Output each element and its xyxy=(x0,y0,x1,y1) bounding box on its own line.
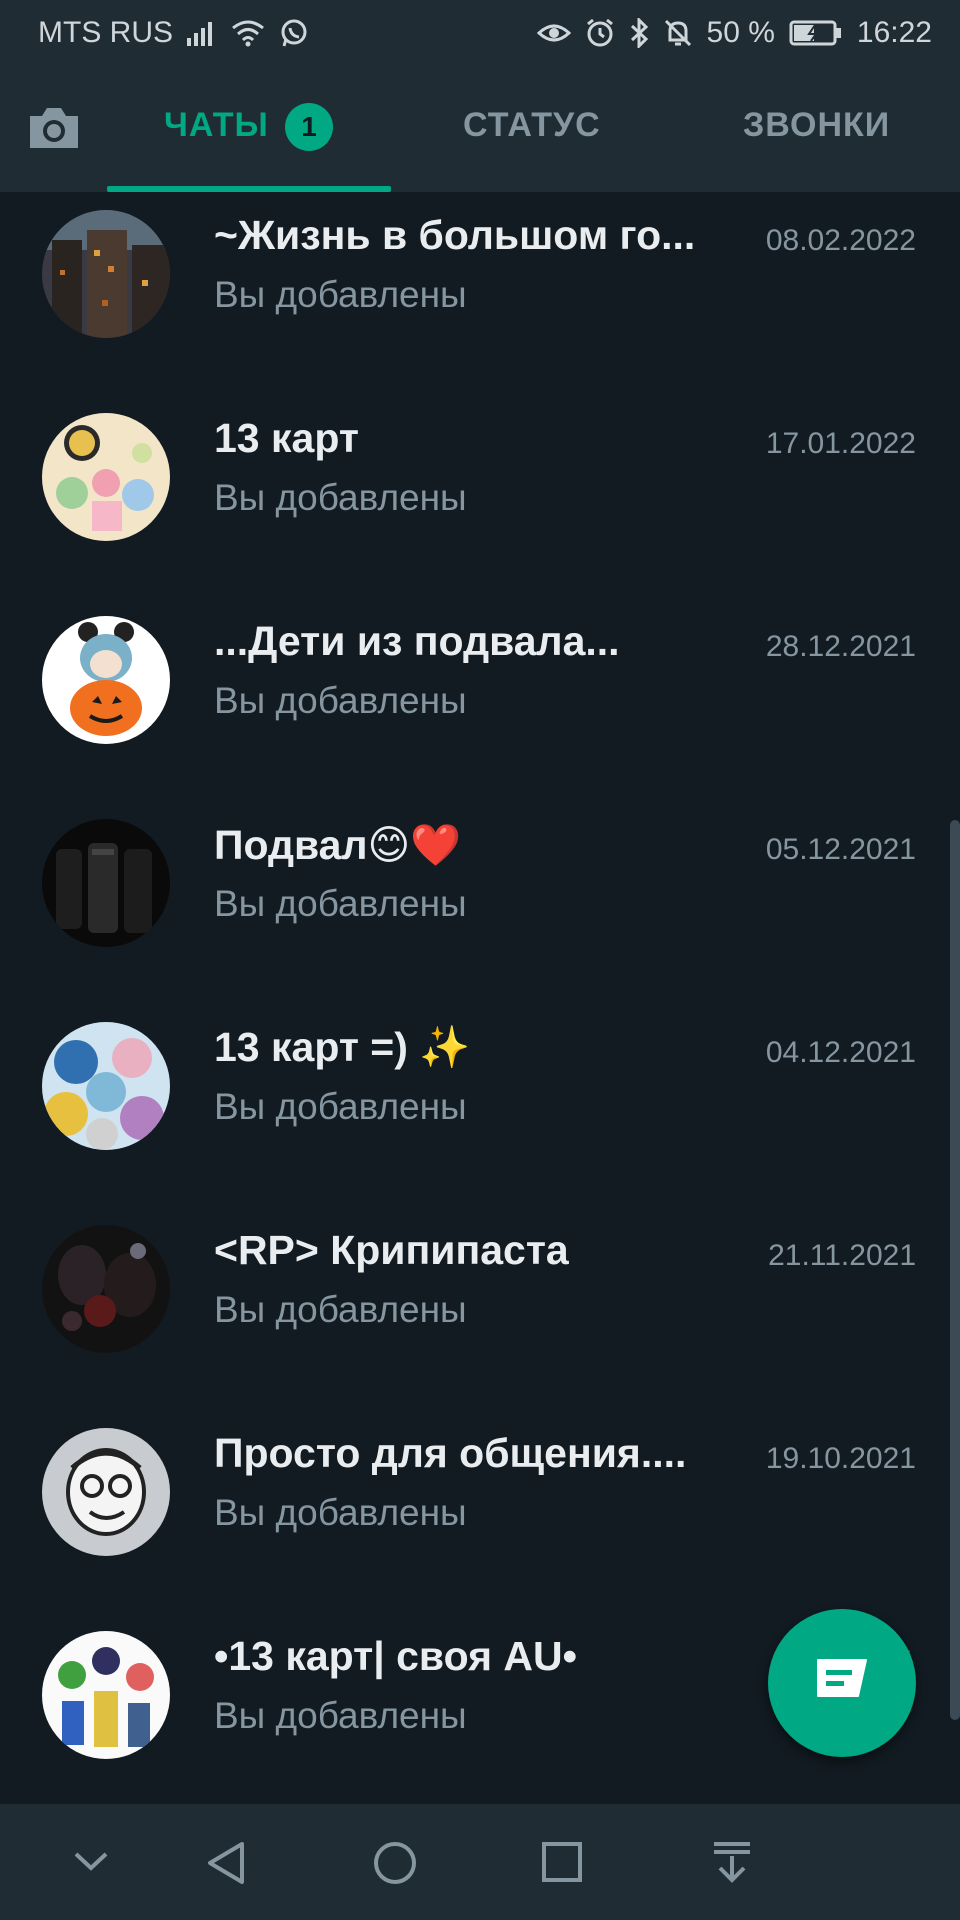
chat-avatar xyxy=(42,413,170,541)
status-bar: MTS RUS 50 % 16:22 xyxy=(0,0,960,66)
chat-last-message: Вы добавлены xyxy=(214,1289,467,1330)
chat-avatar xyxy=(42,1428,170,1556)
chat-name: •13 карт| своя AU• xyxy=(214,1633,577,1679)
new-chat-button[interactable] xyxy=(768,1609,916,1757)
tab-calls[interactable]: ЗВОНКИ xyxy=(743,106,890,145)
chat-name: 13 карт =) ✨ xyxy=(214,1024,471,1070)
mute-bell-icon xyxy=(663,18,693,48)
chat-row[interactable]: 13 карт Вы добавлены 17.01.2022 xyxy=(0,395,960,598)
chat-date: 08.02.2022 xyxy=(765,224,916,257)
chat-row[interactable]: Подвал😊❤️ Вы добавлены 05.12.2021 xyxy=(0,801,960,1004)
chat-last-message: Вы добавлены xyxy=(214,680,467,721)
chat-avatar xyxy=(42,1631,170,1759)
chat-date: 21.11.2021 xyxy=(768,1239,916,1272)
bluetooth-icon xyxy=(629,18,649,48)
chat-row[interactable]: <RP> Крипипаста Вы добавлены 21.11.2021 xyxy=(0,1207,960,1410)
whatsapp-notification-icon xyxy=(279,18,309,48)
chat-date: 04.12.2021 xyxy=(765,1036,916,1069)
system-navigation-bar xyxy=(0,1804,960,1920)
chat-date: 28.12.2021 xyxy=(765,630,916,663)
chat-row[interactable]: 13 карт =) ✨ Вы добавлены 04.12.2021 xyxy=(0,1004,960,1207)
chat-date: 05.12.2021 xyxy=(765,833,916,866)
chat-last-message: Вы добавлены xyxy=(214,883,467,924)
unread-chats-badge: 1 xyxy=(285,103,333,151)
chat-last-message: Вы добавлены xyxy=(214,477,467,518)
camera-icon[interactable] xyxy=(26,104,82,152)
top-tab-bar: ЧАТЫ 1 СТАТУС ЗВОНКИ xyxy=(0,66,960,192)
chat-name: Подвал😊❤️ xyxy=(214,822,462,868)
chat-name: <RP> Крипипаста xyxy=(214,1227,569,1273)
recents-icon[interactable] xyxy=(540,1840,584,1889)
chat-row[interactable]: ...Дети из подвала... Вы добавлены 28.12… xyxy=(0,598,960,801)
back-icon[interactable] xyxy=(204,1840,248,1891)
chat-date: 17.01.2022 xyxy=(765,427,916,460)
battery-percent: 50 % xyxy=(706,16,775,49)
chat-avatar xyxy=(42,210,170,338)
chat-avatar xyxy=(42,819,170,947)
tab-status[interactable]: СТАТУС xyxy=(463,106,601,145)
home-icon[interactable] xyxy=(372,1840,418,1891)
chat-name: 13 карт xyxy=(214,415,359,461)
alarm-icon xyxy=(585,18,615,48)
chat-row[interactable]: Просто для общения.... Вы добавлены 19.1… xyxy=(0,1410,960,1613)
chat-list[interactable]: ~Жизнь в большом го... Вы добавлены 08.0… xyxy=(0,192,960,1804)
clock: 16:22 xyxy=(856,16,932,49)
chevron-down-icon[interactable] xyxy=(70,1840,112,1887)
chat-last-message: Вы добавлены xyxy=(214,1086,467,1127)
chat-last-message: Вы добавлены xyxy=(214,1492,467,1533)
chat-last-message: Вы добавлены xyxy=(214,274,467,315)
battery-icon xyxy=(789,20,843,46)
chat-last-message: Вы добавлены xyxy=(214,1695,467,1736)
signal-icon xyxy=(187,20,217,46)
new-message-icon xyxy=(812,1656,872,1711)
tab-chats[interactable]: ЧАТЫ xyxy=(164,106,269,145)
chat-row[interactable]: ~Жизнь в большом го... Вы добавлены 08.0… xyxy=(0,192,960,395)
chat-avatar xyxy=(42,616,170,744)
chat-name: Просто для общения.... xyxy=(214,1430,687,1476)
chat-name: ...Дети из подвала... xyxy=(214,618,620,664)
chat-date: 19.10.2021 xyxy=(765,1442,916,1475)
scrollbar[interactable] xyxy=(950,820,960,1720)
chat-name: ~Жизнь в большом го... xyxy=(214,212,696,258)
notification-pull-down-icon[interactable] xyxy=(710,1840,754,1891)
carrier-label: MTS RUS xyxy=(38,16,173,49)
chat-avatar xyxy=(42,1022,170,1150)
eye-comfort-icon xyxy=(536,21,571,45)
chat-avatar xyxy=(42,1225,170,1353)
wifi-icon xyxy=(231,19,265,47)
